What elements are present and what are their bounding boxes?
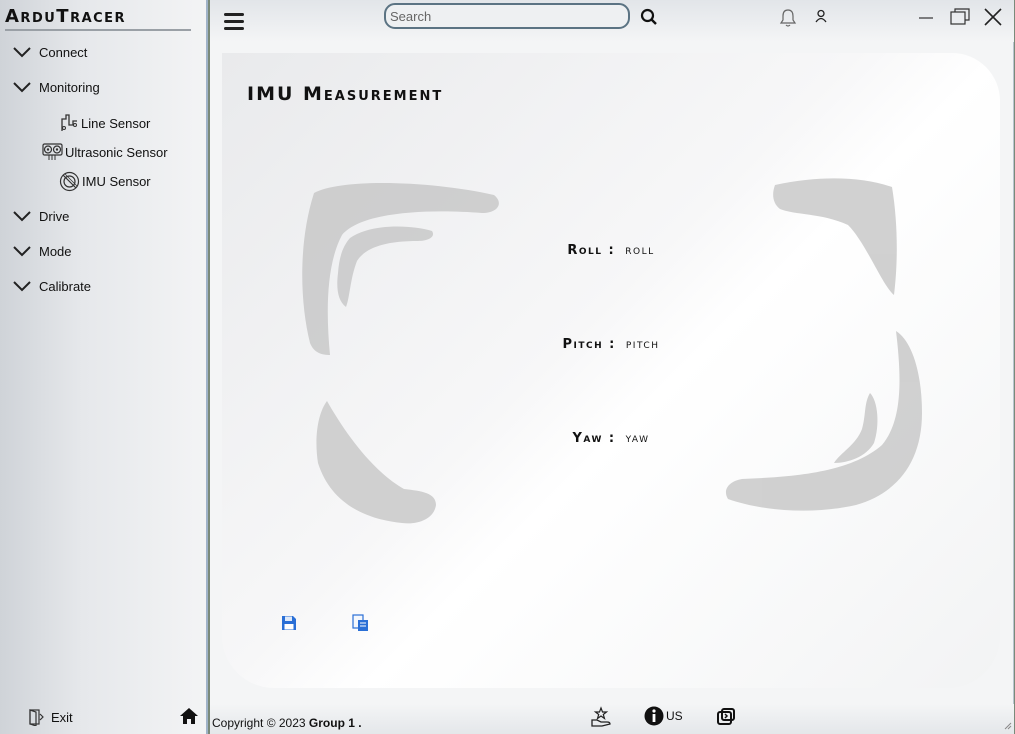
imu-measurement-panel: IMU Measurement Roll: roll Pitch: pitch Ya… [222, 53, 1000, 688]
save-button[interactable] [281, 615, 297, 631]
roll-separator: : [608, 243, 616, 258]
sidebar-item-label: Calibrate [39, 278, 92, 294]
roll-value: roll [625, 243, 655, 258]
export-icon [716, 707, 736, 727]
sidebar-item-label: Drive [39, 208, 70, 224]
footer-bar: Copyright © 2023 Group 1 . US [210, 704, 1014, 734]
sidebar-item-label: Mode [39, 243, 72, 259]
search-button[interactable] [640, 8, 658, 26]
search-input[interactable] [384, 3, 630, 29]
sidebar-item-connect[interactable]: Connect [12, 41, 87, 63]
copy-button[interactable] [352, 614, 369, 632]
about-button[interactable]: US [642, 706, 683, 726]
export-button[interactable] [716, 707, 736, 727]
copy-clipboard-icon [352, 614, 369, 632]
roll-reading: Roll: roll [222, 243, 1000, 258]
sidebar-subitem-label: Ultrasonic Sensor [65, 144, 168, 160]
copyright-group: Group 1 . [308, 716, 362, 730]
sidebar-item-label: Monitoring [39, 79, 100, 95]
sidebar-item-drive[interactable]: Drive [12, 205, 69, 227]
roll-label: Roll [567, 243, 603, 258]
copyright-prefix: Copyright © 2023 [212, 716, 309, 730]
top-bar [210, 0, 1014, 42]
sidebar-subitem-label: IMU Sensor [82, 173, 151, 189]
info-icon [644, 706, 664, 726]
window-minimize-button[interactable] [918, 10, 934, 26]
yaw-value: yaw [625, 431, 650, 446]
sidebar-subitem-ultrasonic-sensor[interactable]: Ultrasonic Sensor [42, 141, 168, 163]
user-account-button[interactable] [814, 9, 828, 23]
ultrasonic-sensor-icon [42, 142, 63, 162]
hand-star-icon [590, 706, 612, 728]
resize-grip-icon [1004, 722, 1012, 730]
minimize-icon [918, 10, 934, 26]
scan-frame-decoration [302, 178, 922, 524]
chevron-down-icon [12, 209, 32, 223]
chevron-down-icon [12, 244, 32, 258]
resize-grip[interactable] [1004, 722, 1012, 730]
brand-underline [5, 29, 191, 31]
yaw-separator: : [608, 431, 616, 446]
close-icon [984, 8, 1002, 26]
menu-toggle-button[interactable] [222, 10, 246, 34]
app-brand: ArduTracer [5, 6, 127, 27]
search-icon [640, 8, 658, 26]
pitch-label: Pitch [562, 337, 604, 352]
yaw-label: Yaw [572, 431, 603, 446]
window-maximize-button[interactable] [950, 8, 970, 26]
chevron-down-icon [12, 45, 32, 59]
sidebar-item-monitoring[interactable]: Monitoring [12, 76, 100, 98]
sidebar-item-calibrate[interactable]: Calibrate [12, 275, 91, 297]
chevron-down-icon [12, 279, 32, 293]
user-icon [814, 9, 828, 23]
yaw-reading: Yaw: yaw [222, 431, 1000, 446]
home-icon [179, 707, 199, 725]
sidebar-subitem-imu-sensor[interactable]: IMU Sensor [59, 170, 151, 192]
sidebar-subitem-line-sensor[interactable]: Line Sensor [59, 112, 150, 134]
chevron-down-icon [12, 80, 32, 94]
pitch-reading: Pitch: pitch [222, 337, 1000, 352]
locale-label: US [666, 709, 683, 723]
save-floppy-icon [281, 615, 297, 631]
exit-button[interactable]: Exit [28, 706, 73, 728]
exit-door-icon [28, 708, 46, 726]
bell-icon [779, 8, 797, 28]
main-area: IMU Measurement Roll:roll Pitch:pitch Ya… [210, 0, 1014, 734]
sidebar-item-mode[interactable]: Mode [12, 240, 72, 262]
notifications-button[interactable] [779, 8, 797, 28]
restore-window-icon [950, 8, 970, 26]
sidebar-subitem-label: Line Sensor [81, 115, 151, 131]
imu-sensor-icon [59, 171, 80, 192]
exit-label: Exit [51, 709, 73, 725]
window-close-button[interactable] [984, 8, 1002, 26]
contribute-button[interactable] [590, 706, 612, 728]
sidebar: ArduTracer Connect Monitoring Line Senso… [0, 0, 208, 734]
sidebar-item-label: Connect [39, 44, 88, 60]
hamburger-menu-icon [222, 10, 246, 34]
pitch-separator: : [609, 337, 616, 352]
line-sensor-icon [59, 113, 79, 133]
copyright-text: Copyright © 2023 Group 1 . [212, 716, 362, 730]
home-button[interactable] [179, 707, 199, 725]
pitch-value: pitch [625, 337, 660, 352]
